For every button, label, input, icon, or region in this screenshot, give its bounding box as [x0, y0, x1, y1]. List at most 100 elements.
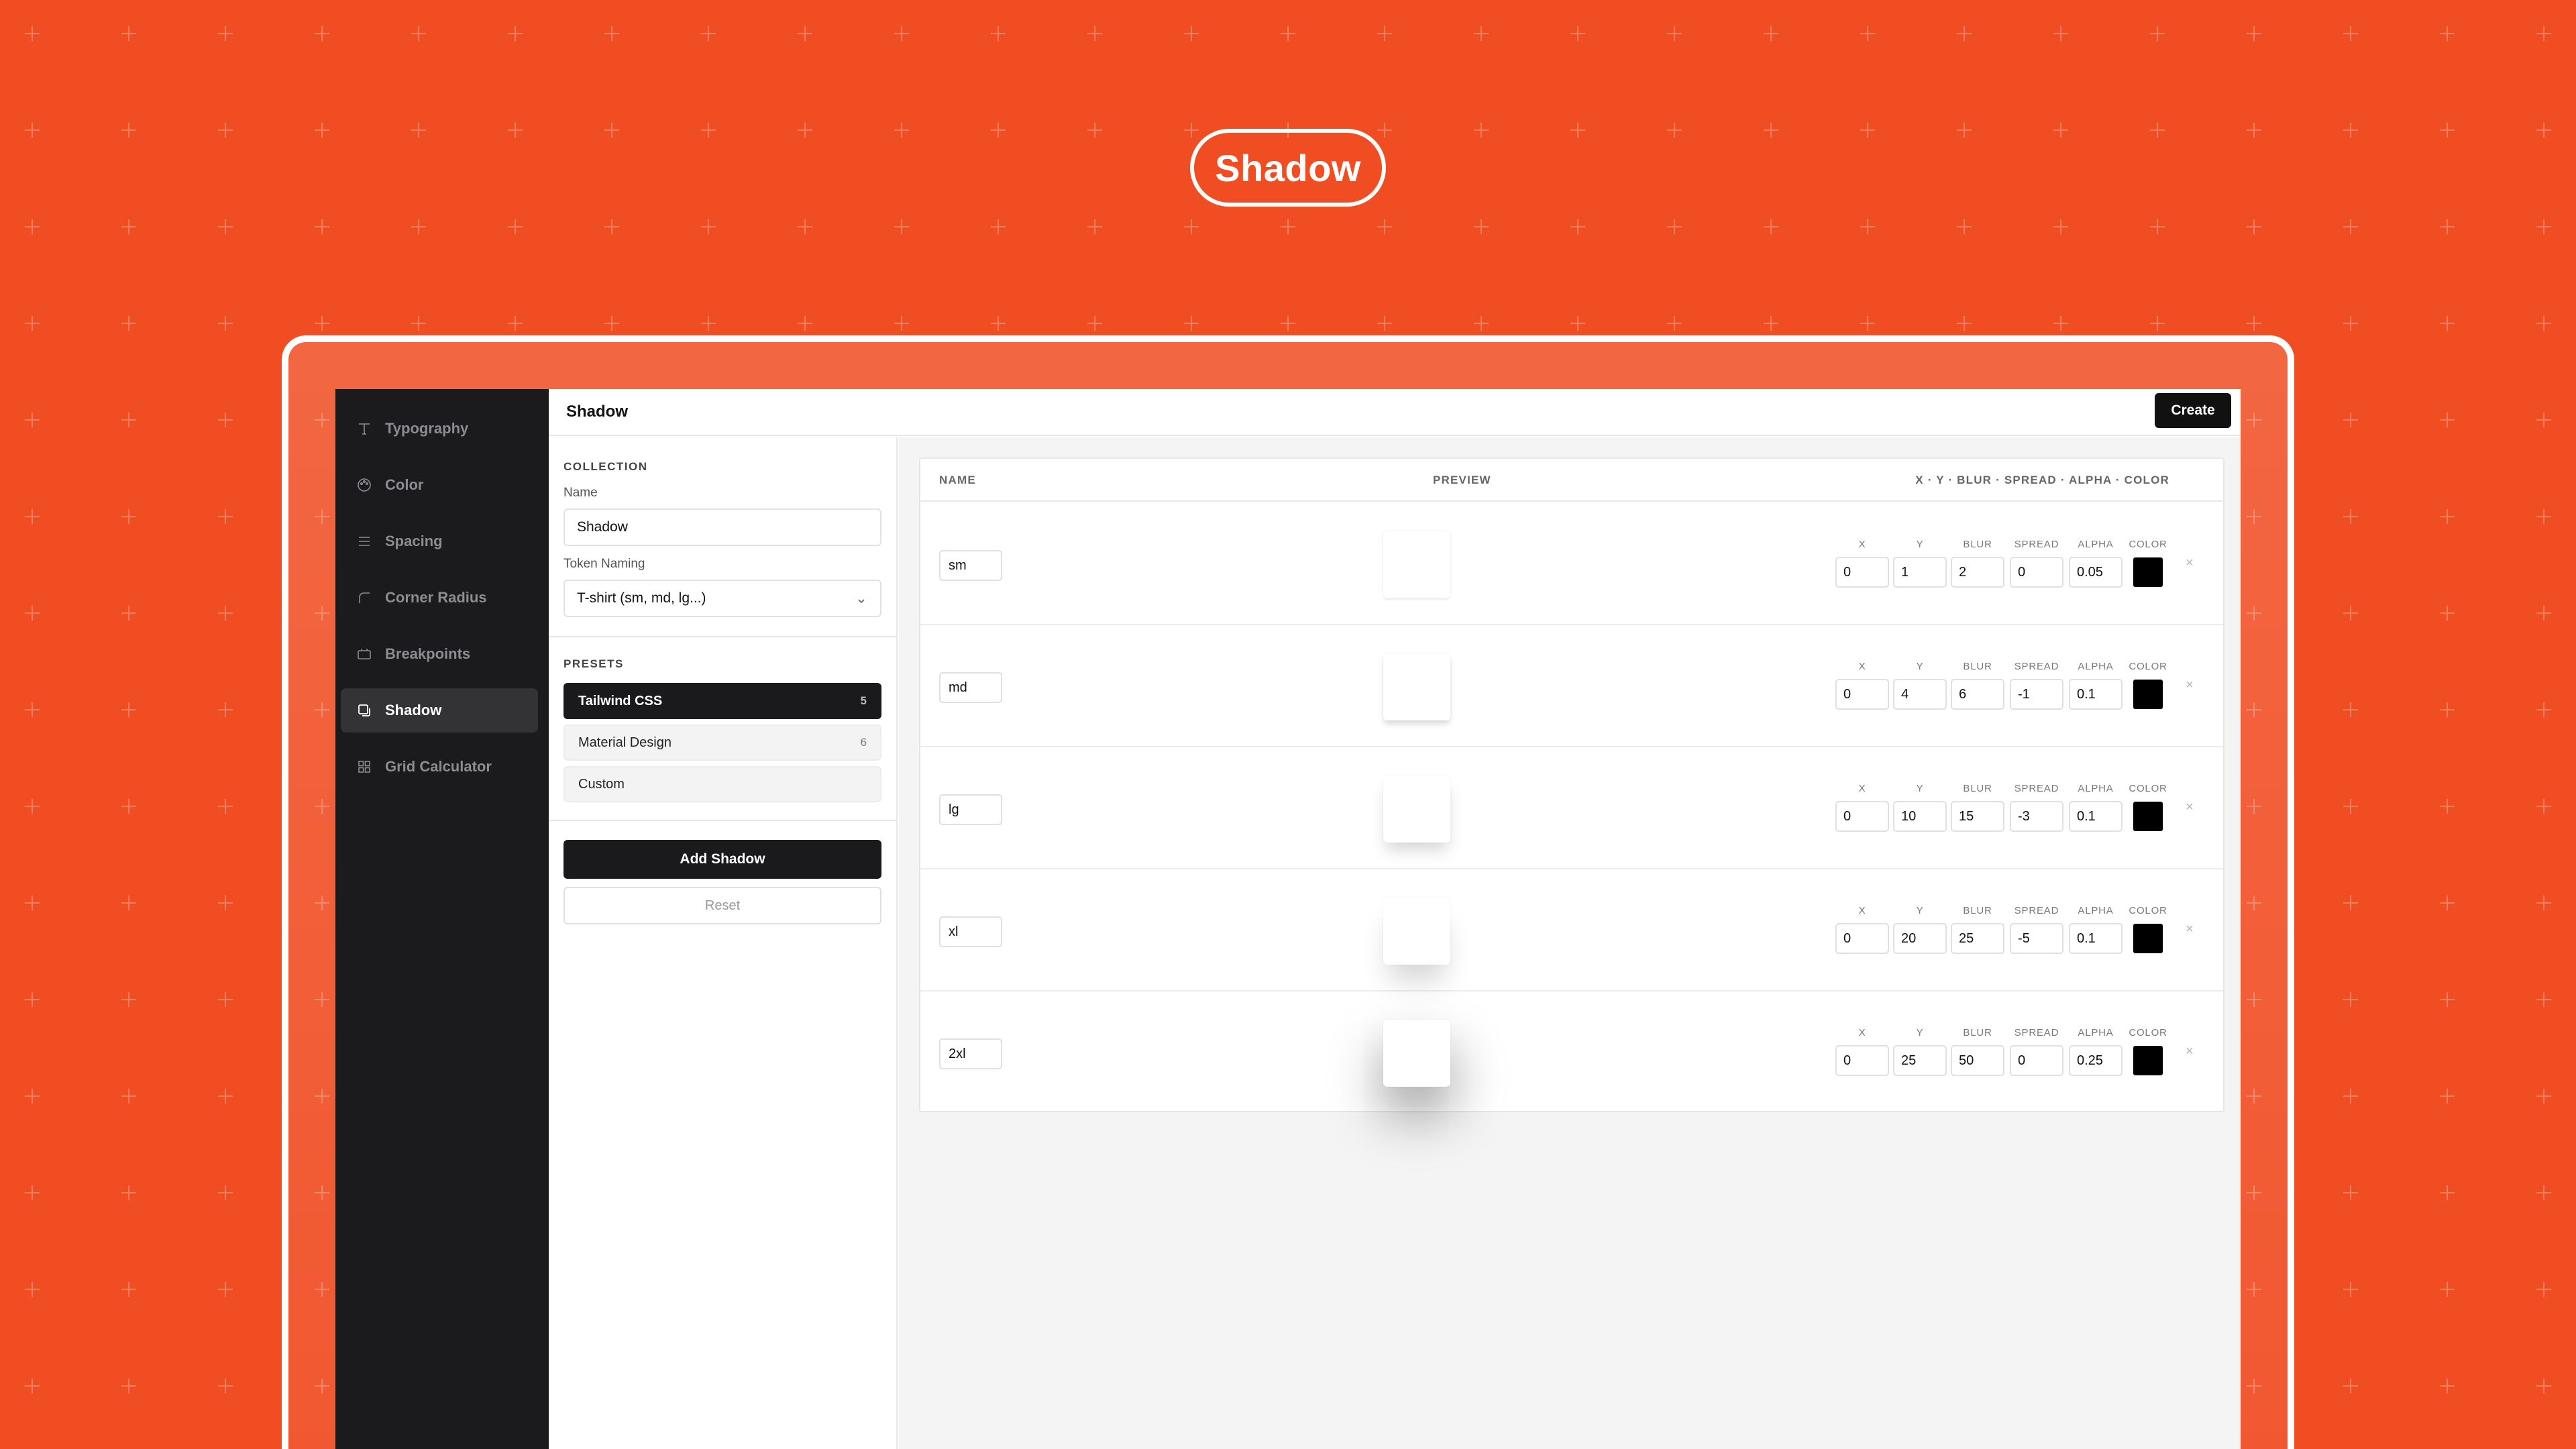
reset-button[interactable]: Reset	[564, 887, 881, 924]
color-swatch[interactable]	[2133, 802, 2163, 831]
param-label: BLUR	[1963, 783, 1992, 794]
token-naming-label: Token Naming	[564, 557, 645, 571]
sidebar-item-breakpoints[interactable]: Breakpoints	[341, 632, 538, 676]
spread-input[interactable]: -3	[2010, 801, 2063, 832]
param-label: Y	[1916, 783, 1924, 794]
sidebar-item-grid-calculator[interactable]: Grid Calculator	[341, 745, 538, 789]
remove-row-icon[interactable]: ×	[2186, 678, 2194, 693]
param-spread: SPREAD -3	[2010, 781, 2063, 832]
preset-label: Tailwind CSS	[578, 693, 663, 708]
param-label: ALPHA	[2078, 539, 2114, 550]
sidebar-item-spacing[interactable]: Spacing	[341, 519, 538, 564]
color-swatch[interactable]	[2133, 1046, 2163, 1075]
y-input[interactable]: 1	[1893, 557, 1947, 588]
token-name-input[interactable]: md	[939, 672, 1002, 703]
param-blur: BLUR 25	[1951, 903, 2004, 954]
y-input[interactable]: 20	[1893, 923, 1947, 954]
alpha-input[interactable]: 0.05	[2069, 557, 2123, 588]
preset-count: 5	[860, 694, 867, 707]
remove-row-icon[interactable]: ×	[2186, 1044, 2194, 1059]
column-header-name: NAME	[939, 474, 976, 486]
param-label: SPREAD	[2014, 1027, 2059, 1038]
token-naming-select[interactable]: T-shirt (sm, md, lg...)	[564, 580, 881, 617]
sidebar-item-typography[interactable]: Typography	[341, 407, 538, 451]
spread-input[interactable]: -5	[2010, 923, 2063, 954]
preset-material-design[interactable]: Material Design 6	[564, 724, 881, 761]
param-alpha: ALPHA 0.1	[2069, 903, 2123, 954]
param-spread: SPREAD 0	[2010, 1025, 2063, 1076]
param-y: Y 25	[1893, 1025, 1947, 1076]
y-input[interactable]: 4	[1893, 679, 1947, 710]
blur-input[interactable]: 25	[1951, 923, 2004, 954]
x-input[interactable]: 0	[1835, 801, 1889, 832]
x-input[interactable]: 0	[1835, 1045, 1889, 1076]
remove-row-icon[interactable]: ×	[2186, 800, 2194, 815]
param-label: X	[1858, 905, 1866, 916]
top-bar: Shadow Create	[549, 389, 2241, 436]
param-label: COLOR	[2129, 1027, 2167, 1038]
sidebar-item-label: Typography	[385, 420, 469, 437]
sidebar: Typography Color Spacing Corner Radius B…	[335, 389, 549, 1449]
sidebar-item-shadow[interactable]: Shadow	[341, 688, 538, 733]
color-swatch[interactable]	[2133, 924, 2163, 953]
table-header: NAME PREVIEW X · Y · BLUR · SPREAD · ALP…	[920, 459, 2223, 502]
y-input[interactable]: 10	[1893, 801, 1947, 832]
token-name-input[interactable]: sm	[939, 550, 1002, 581]
y-input[interactable]: 25	[1893, 1045, 1947, 1076]
sidebar-item-label: Shadow	[385, 702, 442, 718]
collection-section-label: COLLECTION	[564, 460, 648, 473]
sidebar-item-color[interactable]: Color	[341, 463, 538, 507]
shadow-table: NAME PREVIEW X · Y · BLUR · SPREAD · ALP…	[919, 458, 2224, 1112]
settings-panel: COLLECTION Name Shadow Token Naming T-sh…	[549, 437, 898, 1449]
param-label: BLUR	[1963, 661, 1992, 672]
x-input[interactable]: 0	[1835, 923, 1889, 954]
preset-custom[interactable]: Custom	[564, 766, 881, 802]
page-title: Shadow	[566, 402, 629, 421]
color-swatch[interactable]	[2133, 680, 2163, 709]
alpha-input[interactable]: 0.25	[2069, 1045, 2123, 1076]
x-input[interactable]: 0	[1835, 557, 1889, 588]
color-swatch[interactable]	[2133, 557, 2163, 587]
param-label: X	[1858, 661, 1866, 672]
alpha-input[interactable]: 0.1	[2069, 801, 2123, 832]
alpha-input[interactable]: 0.1	[2069, 923, 2123, 954]
blur-input[interactable]: 15	[1951, 801, 2004, 832]
sidebar-item-corner-radius[interactable]: Corner Radius	[341, 576, 538, 620]
panel-divider	[549, 636, 898, 637]
param-alpha: ALPHA 0.05	[2069, 537, 2123, 588]
spread-input[interactable]: 0	[2010, 1045, 2063, 1076]
spread-input[interactable]: -1	[2010, 679, 2063, 710]
token-name-input[interactable]: xl	[939, 916, 1002, 947]
blur-input[interactable]: 50	[1951, 1045, 2004, 1076]
column-header-preview: PREVIEW	[1433, 474, 1491, 486]
remove-row-icon[interactable]: ×	[2186, 922, 2194, 937]
preset-tailwind-css[interactable]: Tailwind CSS 5	[564, 683, 881, 719]
param-blur: BLUR 6	[1951, 659, 2004, 710]
column-header-params: X · Y · BLUR · SPREAD · ALPHA · COLOR	[1915, 474, 2169, 486]
remove-row-icon[interactable]: ×	[2186, 555, 2194, 571]
table-row: sm X 0 Y 1 BLUR 2 SPREAD 0 ALPHA 0.05 COLOR ×	[920, 503, 2223, 625]
blur-input[interactable]: 2	[1951, 557, 2004, 588]
blur-input[interactable]: 6	[1951, 679, 2004, 710]
token-name-input[interactable]: lg	[939, 794, 1002, 825]
alpha-input[interactable]: 0.1	[2069, 679, 2123, 710]
param-label: Y	[1916, 905, 1924, 916]
collection-name-value: Shadow	[577, 519, 628, 535]
param-alpha: ALPHA 0.1	[2069, 659, 2123, 710]
param-label: X	[1858, 539, 1866, 550]
sidebar-item-label: Breakpoints	[385, 645, 471, 662]
table-row: xl X 0 Y 20 BLUR 25 SPREAD -5 ALPHA 0.1 COLOR ×	[920, 869, 2223, 991]
spread-input[interactable]: 0	[2010, 557, 2063, 588]
shadow-preview	[1383, 531, 1450, 598]
add-shadow-button[interactable]: Add Shadow	[564, 840, 881, 879]
token-name-input[interactable]: 2xl	[939, 1038, 1002, 1069]
collection-name-input[interactable]: Shadow	[564, 508, 881, 546]
create-button[interactable]: Create	[2155, 393, 2231, 428]
preset-label: Material Design	[578, 735, 672, 750]
param-label: COLOR	[2129, 783, 2167, 794]
sidebar-item-label: Spacing	[385, 533, 443, 549]
param-alpha: ALPHA 0.1	[2069, 781, 2123, 832]
param-blur: BLUR 15	[1951, 781, 2004, 832]
token-naming-value: T-shirt (sm, md, lg...)	[577, 590, 706, 606]
x-input[interactable]: 0	[1835, 679, 1889, 710]
